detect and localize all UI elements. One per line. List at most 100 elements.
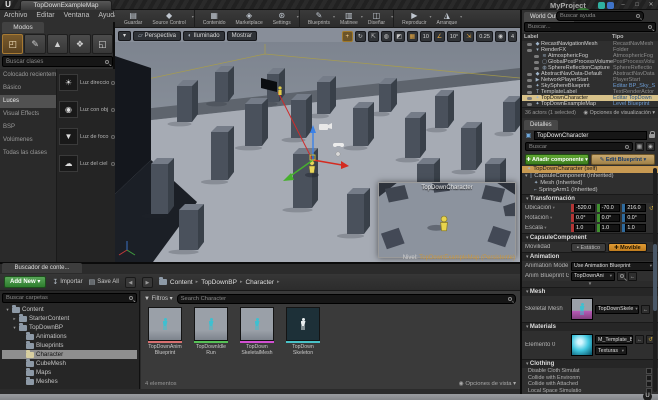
camera-speed-value[interactable]: 4 bbox=[508, 31, 517, 42]
property-matrix-icon[interactable]: ▦ bbox=[635, 142, 644, 151]
eye-icon[interactable] bbox=[527, 43, 532, 46]
eye-icon[interactable] bbox=[527, 97, 532, 100]
mobility-movable-button[interactable]: ✚ Movible bbox=[608, 243, 647, 252]
filters-button[interactable]: ▼ Filtros ▾ bbox=[144, 295, 173, 302]
lock-icon[interactable] bbox=[649, 134, 655, 138]
toolbar-button[interactable]: ◮ Arranque ▾ bbox=[432, 10, 463, 28]
light-class-item[interactable]: ☀ Luz direccio bbox=[57, 69, 117, 96]
light-class-item[interactable]: ▼ Luz de foco bbox=[57, 123, 117, 150]
anim-blueprint-select[interactable]: TopDownAni bbox=[571, 272, 615, 281]
details-search-input[interactable]: Buscar bbox=[525, 142, 633, 151]
class-category[interactable]: Luces bbox=[0, 95, 56, 108]
class-category[interactable]: Visual Effects bbox=[0, 108, 56, 121]
expander-icon[interactable]: ▾ bbox=[525, 173, 528, 180]
component-row[interactable]: ▾ ▯ CapsuleComponent (Inherited) bbox=[522, 173, 658, 180]
eye-icon[interactable] bbox=[527, 85, 532, 88]
class-category[interactable]: Básico bbox=[0, 82, 56, 95]
use-selected-icon[interactable]: ← bbox=[628, 272, 637, 281]
eye-icon[interactable] bbox=[534, 67, 539, 70]
outliner-view-options[interactable]: ◉ Opciones de visualización ▾ bbox=[584, 110, 655, 116]
help-search-input[interactable]: Buscar ayuda bbox=[556, 11, 644, 21]
material-thumbnail[interactable] bbox=[571, 334, 593, 356]
expander-icon[interactable]: ▾ bbox=[5, 307, 10, 313]
close-button[interactable]: ✕ bbox=[646, 0, 656, 10]
mobility-static-button[interactable]: ▪ Estático bbox=[571, 243, 606, 252]
breadcrumb-item[interactable]: Character bbox=[245, 279, 274, 286]
toolbar-button[interactable]: ▥ Matinee ▾ bbox=[335, 10, 363, 28]
breadcrumb-item[interactable]: Content bbox=[170, 279, 193, 286]
feedback-icon[interactable] bbox=[598, 2, 605, 9]
level-tab[interactable]: TopDownExampleMap bbox=[20, 0, 112, 10]
section-animation[interactable]: Animation bbox=[522, 252, 658, 261]
y-field[interactable]: 1.0 bbox=[597, 224, 621, 232]
add-component-button[interactable]: ✚ Añadir componente ▾ bbox=[525, 154, 589, 165]
eye-icon[interactable] bbox=[527, 79, 532, 82]
placement-tool-icon[interactable]: ◱ bbox=[92, 34, 113, 54]
expander-icon[interactable]: ▾ bbox=[12, 325, 17, 331]
section-materials[interactable]: Materials bbox=[522, 322, 658, 331]
toolbar-button[interactable]: ◆ Source Control ▾ bbox=[147, 10, 194, 28]
edit-blueprint-button[interactable]: ✎ Edit Blueprint ▾ bbox=[591, 154, 655, 165]
rotation-snap-icon[interactable]: ∠ bbox=[434, 31, 445, 42]
minimize-button[interactable]: – bbox=[618, 0, 628, 10]
grid-snap-icon[interactable]: ▦ bbox=[407, 31, 418, 42]
rotate-tool-icon[interactable]: ↻ bbox=[355, 31, 366, 42]
toolbar-button[interactable]: ▶ Reproducir ▾ bbox=[397, 10, 431, 28]
x-field[interactable]: 1.0 bbox=[571, 224, 595, 232]
show-flags-button[interactable]: Mostrar bbox=[227, 31, 257, 41]
tab-content-browser[interactable]: Buscador de conte... bbox=[2, 263, 82, 273]
history-forward-button[interactable]: ▶ bbox=[142, 277, 153, 288]
light-class-item[interactable]: ◉ Luz con obj bbox=[57, 96, 117, 123]
folder-row[interactable]: Character bbox=[2, 350, 137, 359]
z-field[interactable]: 216.0 bbox=[622, 204, 646, 212]
outliner-search-input[interactable]: Buscar... bbox=[524, 22, 656, 32]
tab-details[interactable]: Detalles bbox=[524, 120, 558, 130]
eye-icon[interactable] bbox=[527, 103, 532, 106]
outliner-column-type[interactable]: Tipo bbox=[612, 33, 656, 41]
placement-tool-icon[interactable]: ▲ bbox=[47, 34, 68, 54]
scale-tool-icon[interactable]: ⇱ bbox=[368, 31, 379, 42]
forum-icon[interactable] bbox=[607, 2, 614, 9]
actor-type[interactable]: Level Blueprint bbox=[613, 101, 657, 107]
actor-name-field[interactable]: TopDownCharacter bbox=[534, 131, 647, 140]
class-category[interactable]: Colocado recientemente bbox=[0, 69, 56, 82]
history-back-button[interactable]: ◀ bbox=[125, 277, 136, 288]
transform-label[interactable]: Rotación bbox=[525, 215, 569, 221]
component-row[interactable]: ✦ Mesh (Inherited) bbox=[522, 180, 658, 187]
component-row[interactable]: ✦ TopDownCharacter (self) bbox=[522, 166, 658, 173]
folder-row[interactable]: ▸ StarterContent bbox=[2, 314, 137, 323]
checkbox[interactable] bbox=[646, 368, 652, 374]
outliner-column-label[interactable]: Label bbox=[524, 33, 538, 41]
z-field[interactable]: 0.0° bbox=[622, 214, 646, 222]
folder-row[interactable]: CubeMesh bbox=[2, 359, 137, 368]
placement-tool-icon[interactable]: ❖ bbox=[69, 34, 90, 54]
view-options-button[interactable]: ◉ Opciones de vista ▾ bbox=[459, 381, 516, 387]
section-transform[interactable]: Transformación bbox=[522, 194, 658, 203]
maximize-button[interactable]: □ bbox=[632, 0, 642, 10]
breadcrumb-item[interactable]: TopDownBP bbox=[201, 279, 237, 286]
section-clothing[interactable]: Clothing bbox=[522, 359, 658, 368]
details-scrollbar[interactable] bbox=[653, 168, 657, 392]
scale-snap-value[interactable]: 0.25 bbox=[476, 31, 493, 42]
toolbar-button[interactable]: ▤ Guardar ▾ bbox=[119, 10, 147, 28]
light-class-item[interactable]: ☁ Luz del ciel bbox=[57, 150, 117, 177]
checkbox[interactable] bbox=[646, 381, 652, 387]
folder-search-input[interactable]: Buscar carpetas bbox=[2, 293, 137, 303]
asset-tile[interactable]: TopDown SkeletalMesh bbox=[237, 307, 277, 356]
eye-icon[interactable] bbox=[527, 73, 532, 76]
y-field[interactable]: -70.0 bbox=[597, 204, 621, 212]
eye-icon[interactable] bbox=[527, 91, 532, 94]
translate-tool-icon[interactable]: + bbox=[342, 31, 353, 42]
class-category[interactable]: Todas las clases bbox=[0, 147, 56, 160]
add-new-button[interactable]: Add New ▾ bbox=[4, 276, 46, 288]
asset-tile[interactable]: TopDownAnim Blueprint bbox=[145, 307, 185, 356]
class-category[interactable]: Volúmenes bbox=[0, 134, 56, 147]
folder-row[interactable]: Maps bbox=[2, 368, 137, 377]
camera-speed-icon[interactable]: ◉ bbox=[495, 31, 506, 42]
checkbox[interactable] bbox=[646, 375, 652, 381]
folder-row[interactable]: ▾ TopDownBP bbox=[2, 323, 137, 332]
outliner-row[interactable]: ✦ TopDownExampleMap Level Blueprint bbox=[522, 101, 658, 107]
folder-row[interactable]: Meshes bbox=[2, 377, 137, 386]
class-search-input[interactable]: Buscar clases bbox=[2, 56, 113, 67]
x-field[interactable]: -520.0 bbox=[571, 204, 595, 212]
